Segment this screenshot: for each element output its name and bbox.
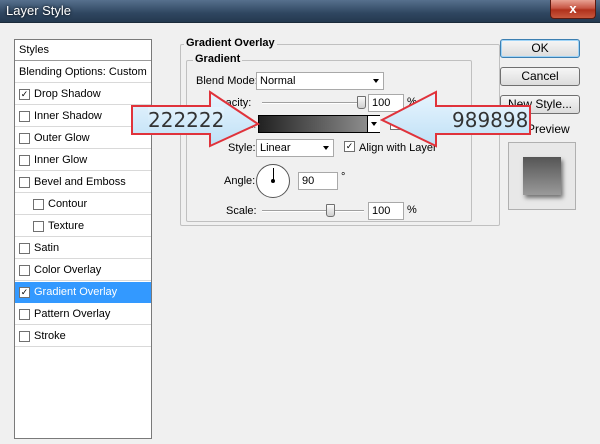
style-item[interactable]: Contour (15, 194, 151, 215)
chevron-down-icon (323, 146, 329, 150)
style-item-label: Pattern Overlay (34, 308, 111, 320)
style-item-label: Texture (48, 220, 85, 232)
scale-slider-thumb[interactable] (325, 204, 335, 217)
gradient-swatch[interactable] (258, 115, 380, 133)
gradient-overlay-title: Gradient Overlay (184, 37, 277, 49)
angle-input[interactable]: 90 (298, 172, 338, 190)
style-item-label: Stroke (34, 330, 66, 342)
style-item[interactable]: Outer Glow (15, 128, 151, 149)
style-item-label: Satin (34, 242, 60, 254)
reverse-label: Reverse (403, 119, 444, 131)
style-item[interactable]: ✓ Drop Shadow (15, 84, 151, 105)
style-label: Style: (228, 142, 256, 154)
blend-mode-value: Normal (260, 75, 296, 87)
style-item-checkbox[interactable] (33, 199, 44, 210)
align-with-layer-checkbox[interactable]: ✓ (344, 141, 355, 152)
opacity-input[interactable]: 100 (368, 94, 404, 112)
opacity-slider-track[interactable] (262, 102, 364, 104)
chevron-down-icon (373, 79, 379, 83)
style-item-checkbox[interactable]: ✓ (19, 287, 30, 298)
start-color-annotation: 222222 (148, 107, 225, 133)
style-item-checkbox[interactable] (33, 221, 44, 232)
styles-list-header[interactable]: Styles (15, 40, 151, 61)
style-item-label: Inner Glow (34, 154, 88, 166)
title-bar: Layer Style x (0, 0, 600, 23)
styles-header-label: Styles (19, 44, 49, 56)
style-item-checkbox[interactable] (19, 265, 30, 276)
angle-unit: ° (341, 171, 346, 183)
style-value: Linear (260, 142, 291, 154)
style-preview (508, 142, 576, 210)
style-item-label: Color Overlay (34, 264, 102, 276)
styles-list: Styles Blending Options: Custom ✓ Drop Sha… (14, 39, 152, 439)
blend-mode-label: Blend Mode: (196, 75, 258, 87)
opacity-unit: % (407, 96, 417, 108)
style-item-checkbox[interactable] (19, 111, 30, 122)
reverse-checkbox[interactable] (390, 119, 401, 130)
style-item[interactable]: Color Overlay (15, 260, 151, 281)
style-select[interactable]: Linear (256, 139, 334, 157)
end-color-annotation: 989898 (452, 107, 529, 133)
scale-input[interactable]: 100 (368, 202, 404, 220)
style-item[interactable]: Inner Glow (15, 150, 151, 171)
dialog-body: Styles Blending Options: Custom ✓ Drop Sha… (6, 23, 594, 439)
style-item-checkbox[interactable] (19, 309, 30, 320)
style-item-checkbox[interactable] (19, 133, 30, 144)
style-item-checkbox[interactable]: ✓ (19, 89, 30, 100)
style-item-label: Bevel and Emboss (34, 176, 126, 188)
scale-label: Scale: (226, 205, 257, 217)
style-item-label: Gradient Overlay (34, 286, 118, 298)
style-item[interactable]: Pattern Overlay (15, 304, 151, 325)
close-button[interactable]: x (550, 0, 596, 19)
style-item[interactable]: Texture (15, 216, 151, 237)
style-item-label: Inner Shadow (34, 110, 102, 122)
preview-label: Preview (527, 122, 570, 136)
align-with-layer-label: Align with Layer (359, 142, 437, 154)
window-title: Layer Style (6, 3, 72, 18)
style-item-label: Drop Shadow (34, 88, 101, 100)
gradient-dropdown-button[interactable] (367, 116, 380, 132)
chevron-down-icon (371, 122, 377, 126)
style-item-checkbox[interactable] (19, 155, 30, 166)
cancel-button[interactable]: Cancel (500, 67, 580, 86)
style-item[interactable]: Satin (15, 238, 151, 259)
style-item-label: Blending Options: Custom (19, 66, 147, 78)
angle-dial[interactable] (256, 164, 290, 198)
scale-unit: % (407, 204, 417, 216)
scale-slider-track[interactable] (262, 210, 364, 212)
blend-mode-select[interactable]: Normal (256, 72, 384, 90)
style-item[interactable]: ✓ Gradient Overlay (15, 282, 151, 303)
style-item[interactable]: Bevel and Emboss (15, 172, 151, 193)
ok-button[interactable]: OK (500, 39, 580, 58)
gradient-group-title: Gradient (193, 53, 243, 65)
angle-center-dot (271, 179, 275, 183)
style-item-checkbox[interactable] (19, 331, 30, 342)
style-item-label: Contour (48, 198, 88, 210)
style-item[interactable]: Stroke (15, 326, 151, 347)
style-item[interactable]: Blending Options: Custom (15, 62, 151, 83)
style-item-checkbox[interactable] (19, 243, 30, 254)
style-item[interactable]: Inner Shadow (15, 106, 151, 127)
style-item-checkbox[interactable] (19, 177, 30, 188)
style-item-label: Outer Glow (34, 132, 90, 144)
opacity-slider-thumb[interactable] (357, 96, 366, 109)
angle-label: Angle: (224, 175, 256, 187)
preview-swatch (523, 157, 561, 195)
